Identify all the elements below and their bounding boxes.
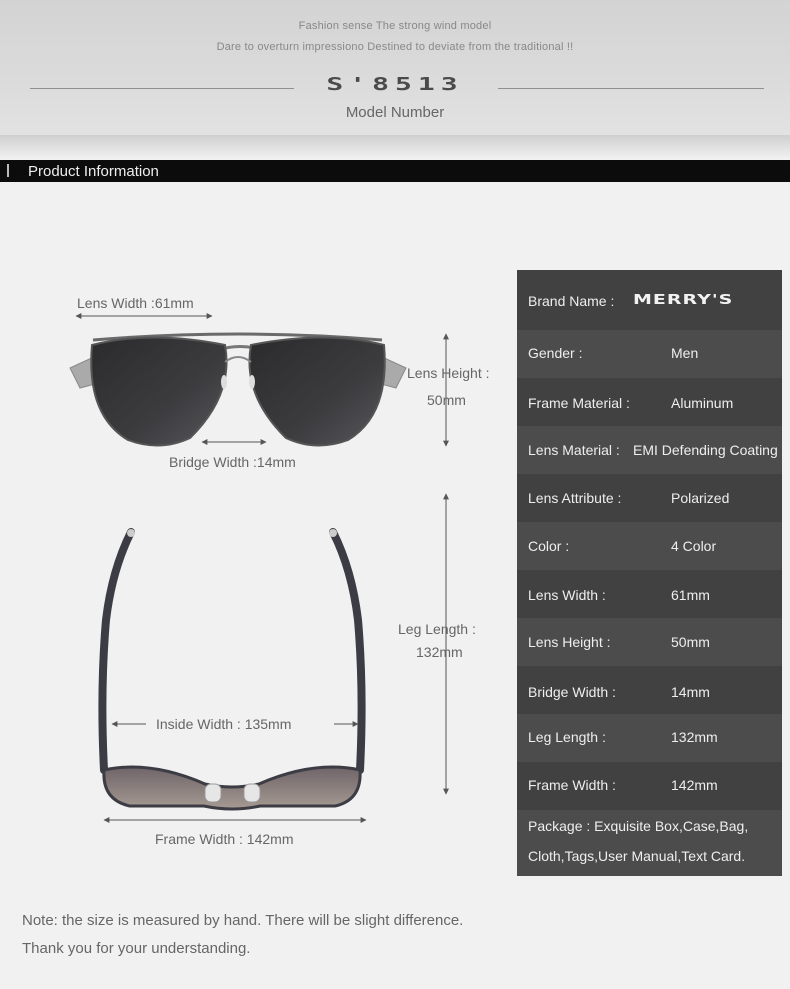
top-view-frame [102, 765, 362, 811]
spec-label: Frame Width : [528, 777, 616, 793]
spec-value: 61mm [671, 587, 710, 603]
spec-row: Lens Width : 61mm [517, 570, 782, 618]
front-view-glasses [69, 332, 407, 447]
spec-row: Gender : Men [517, 330, 782, 378]
right-nose-pad [249, 375, 255, 389]
spec-row-brand: Brand Name : MERRY'S [517, 270, 782, 330]
spec-row: Lens Attribute : Polarized [517, 474, 782, 522]
spec-value: Polarized [671, 490, 730, 506]
spec-label: Color : [528, 538, 570, 554]
lens-height-label: Lens Height : [407, 365, 490, 381]
bridge-width-label: Bridge Width :14mm [169, 454, 296, 470]
top-left-nose-pad [204, 783, 222, 803]
brand-logo: MERRY'S [633, 292, 734, 308]
leg-length-label: Leg Length : [398, 621, 476, 637]
spec-row: Lens Height : 50mm [517, 618, 782, 666]
spec-row: Lens Material : EMI Defending Coating [517, 426, 782, 474]
spec-value: 132mm [671, 729, 718, 745]
spec-row: Frame Width : 142mm [517, 762, 782, 810]
left-leg [98, 528, 135, 774]
spec-value: 14mm [671, 684, 710, 700]
spec-label: Bridge Width : [528, 684, 616, 700]
top-view-glasses [98, 528, 366, 811]
frame-width-label: Frame Width : 142mm [155, 831, 294, 847]
spec-label-brand: Brand Name : [528, 293, 615, 309]
spec-label: Lens Height : [528, 634, 611, 650]
spec-row: Frame Material : Aluminum [517, 378, 782, 426]
left-leg-tip [127, 529, 135, 537]
note-line-2: Thank you for your understanding. [22, 940, 251, 957]
package-line-1: Package : Exquisite Box,Case,Bag, [528, 818, 749, 834]
spec-value: 4 Color [671, 538, 717, 554]
left-lens [90, 336, 228, 447]
spec-label: Lens Material : [528, 442, 620, 458]
spec-label: Lens Attribute : [528, 490, 622, 506]
lens-width-label: Lens Width :61mm [77, 295, 194, 311]
right-leg [329, 528, 366, 774]
spec-table: Brand Name : MERRY'S Gender : Men Frame … [517, 270, 782, 876]
lens-height-value: 50mm [427, 392, 466, 408]
right-leg-tip [329, 529, 337, 537]
package-line-2: Cloth,Tags,User Manual,Text Card. [528, 848, 746, 864]
spec-row-package: Package : Exquisite Box,Case,Bag, Cloth,… [517, 810, 782, 876]
spec-row: Color : 4 Color [517, 522, 782, 570]
spec-value: EMI Defending Coating [633, 442, 778, 458]
spec-row: Bridge Width : 14mm [517, 666, 782, 714]
spec-row: Leg Length : 132mm [517, 714, 782, 762]
sunglasses-diagram [69, 313, 449, 823]
right-lens [248, 336, 386, 447]
top-right-nose-pad [243, 783, 261, 803]
spec-value: 50mm [671, 634, 710, 650]
inside-width-label: Inside Width : 135mm [156, 716, 292, 732]
spec-value: Aluminum [671, 395, 734, 411]
leg-length-value: 132mm [416, 644, 463, 660]
note-line-1: Note: the size is measured by hand. Ther… [22, 912, 464, 929]
nose-bridge [224, 356, 252, 363]
left-nose-pad [221, 375, 227, 389]
spec-label: Lens Width : [528, 587, 606, 603]
spec-label: Frame Material : [528, 395, 630, 411]
spec-label: Leg Length : [528, 729, 606, 745]
spec-value: Men [671, 345, 699, 361]
spec-label: Gender : [528, 345, 583, 361]
spec-value: 142mm [671, 777, 718, 793]
